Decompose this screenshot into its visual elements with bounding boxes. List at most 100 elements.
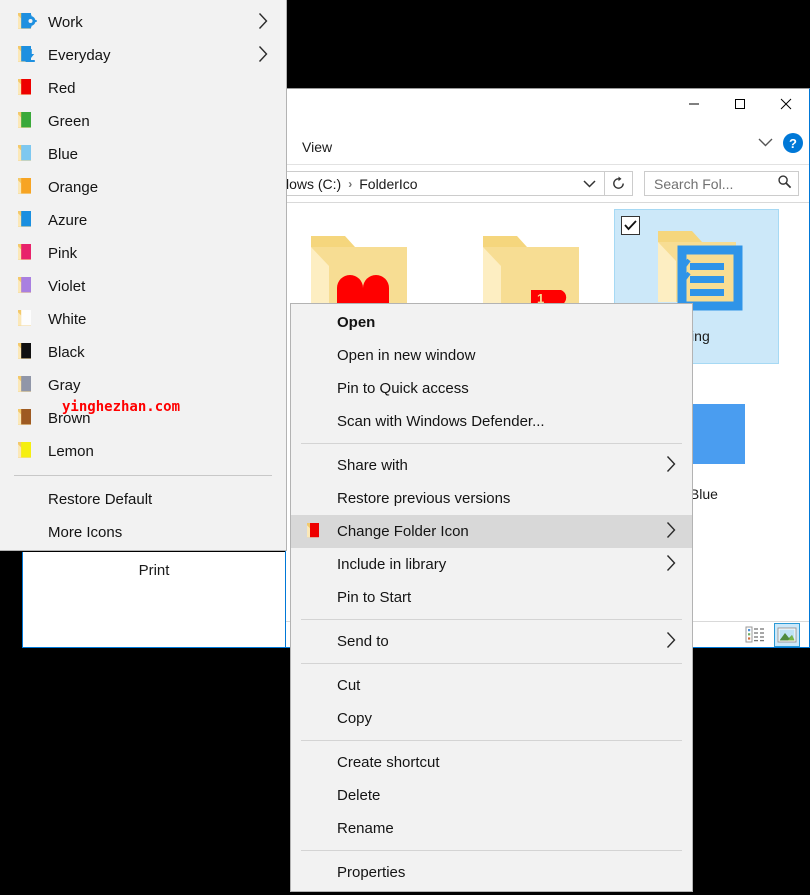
folder-color-item-pink[interactable]: Pink <box>0 237 286 270</box>
folder-color-item-label: Black <box>48 344 85 361</box>
context-menu[interactable]: Open Open in new window Pin to Quick acces… <box>290 303 693 892</box>
context-menu-item-restore-previous-versions[interactable]: Restore previous versions <box>291 482 692 515</box>
menu-separator <box>301 663 682 664</box>
folder-red-icon <box>305 521 325 543</box>
breadcrumb-folder[interactable]: FolderIco <box>359 176 417 192</box>
folder-orange-icon <box>16 176 38 200</box>
menu-separator <box>301 443 682 444</box>
folder-gray-icon <box>16 374 38 398</box>
folder-color-item-azure[interactable]: Azure <box>0 204 286 237</box>
chevron-right-icon <box>258 45 268 67</box>
context-menu-item-change-folder-icon[interactable]: Change Folder Icon <box>291 515 692 548</box>
search-input[interactable]: Search Fol... <box>654 176 777 192</box>
context-menu-item-label: Restore previous versions <box>337 490 511 507</box>
breadcrumb-separator: › <box>348 176 353 191</box>
address-bar[interactable]: lows (C:) › FolderIco <box>286 171 605 196</box>
breadcrumb-drive[interactable]: lows (C:) <box>286 176 341 192</box>
context-menu-item-share-with[interactable]: Share with <box>291 449 692 482</box>
context-menu-item-open-in-new-window[interactable]: Open in new window <box>291 339 692 372</box>
menu-separator <box>301 619 682 620</box>
chevron-right-icon <box>666 631 676 653</box>
folder-white-icon <box>16 308 38 332</box>
folder-green-icon <box>16 110 38 134</box>
folder-color-item-red[interactable]: Red <box>0 72 286 105</box>
context-menu-item-properties[interactable]: Properties <box>291 856 692 889</box>
context-menu-item-label: Include in library <box>337 556 447 573</box>
chevron-down-icon[interactable] <box>758 134 773 152</box>
context-menu-item-create-shortcut[interactable]: Create shortcut <box>291 746 692 779</box>
chevron-right-icon <box>666 554 676 576</box>
folder-lemon-icon <box>16 440 38 464</box>
search-icon[interactable] <box>777 174 792 194</box>
folder-color-item-label: Gray <box>48 377 81 394</box>
folder-color-item-green[interactable]: Green <box>0 105 286 138</box>
context-menu-item-delete[interactable]: Delete <box>291 779 692 812</box>
minimize-button[interactable] <box>671 89 717 119</box>
context-menu-item-label: Open in new window <box>337 347 476 364</box>
folder-color-item-more-icons[interactable]: More Icons <box>0 516 286 549</box>
print-label[interactable]: Print <box>23 562 285 579</box>
title-bar <box>286 89 809 130</box>
folder-color-item-label: Orange <box>48 179 99 196</box>
context-menu-item-label: Properties <box>337 864 406 881</box>
address-dropdown-icon[interactable] <box>583 175 596 193</box>
context-menu-item-pin-to-start[interactable]: Pin to Start <box>291 581 692 614</box>
screen: View ? lows (C:) › FolderIco Search Fol.… <box>0 0 810 895</box>
context-menu-item-copy[interactable]: Copy <box>291 702 692 735</box>
context-menu-item-label: Delete <box>337 787 381 804</box>
folder-color-item-label: Red <box>48 80 76 97</box>
chevron-right-icon <box>258 12 268 34</box>
address-bar-row: lows (C:) › FolderIco Search Fol... <box>286 165 809 202</box>
context-menu-item-rename[interactable]: Rename <box>291 812 692 845</box>
tab-view[interactable]: View <box>302 139 332 155</box>
context-menu-item-send-to[interactable]: Send to <box>291 625 692 658</box>
context-menu-item-scan-with-windows-defender[interactable]: Scan with Windows Defender... <box>291 405 692 438</box>
folder-color-item-orange[interactable]: Orange <box>0 171 286 204</box>
folder-color-item-label: White <box>48 311 87 328</box>
context-menu-item-label: Pin to Quick access <box>337 380 469 397</box>
folder-color-item-gray[interactable]: Gray <box>0 369 286 402</box>
folder-color-item-work[interactable]: Work <box>0 6 286 39</box>
folder-color-item-lemon[interactable]: Lemon <box>0 435 286 468</box>
folder-azure-icon <box>16 209 38 233</box>
folder-everyday-icon <box>16 44 38 68</box>
search-box[interactable]: Search Fol... <box>644 171 799 196</box>
context-menu-item-pin-to-quick-access[interactable]: Pin to Quick access <box>291 372 692 405</box>
folder-color-item-label: Violet <box>48 278 86 295</box>
folder-color-item-violet[interactable]: Violet <box>0 270 286 303</box>
menu-separator <box>301 850 682 851</box>
context-menu-item-open[interactable]: Open <box>291 306 692 339</box>
context-menu-item-label: Copy <box>337 710 373 727</box>
refresh-button[interactable] <box>605 171 633 196</box>
folder-color-item-white[interactable]: White <box>0 303 286 336</box>
ribbon-tab-bar: View ? <box>286 130 809 164</box>
help-button[interactable]: ? <box>783 133 803 153</box>
context-menu-item-label: Rename <box>337 820 394 837</box>
folder-color-item-blue[interactable]: Blue <box>0 138 286 171</box>
folder-color-item-label: Green <box>48 113 90 130</box>
details-view-icon[interactable] <box>742 623 768 647</box>
context-menu-item-label: Pin to Start <box>337 589 412 606</box>
folder-color-item-black[interactable]: Black <box>0 336 286 369</box>
change-folder-icon-submenu[interactable]: Work Everyday Red Green Blue Orange Azure Pink V… <box>0 0 287 551</box>
large-icons-view-icon[interactable] <box>774 622 800 647</box>
close-button[interactable] <box>763 89 809 119</box>
folder-color-item-restore-default[interactable]: Restore Default <box>0 483 286 516</box>
folder-color-item-everyday[interactable]: Everyday <box>0 39 286 72</box>
context-menu-item-include-in-library[interactable]: Include in library <box>291 548 692 581</box>
folder-work-icon <box>16 11 38 35</box>
folder-red-icon <box>16 77 38 101</box>
folder-color-item-label: Pink <box>48 245 78 262</box>
context-menu-item-label: Share with <box>337 457 408 474</box>
folder-color-item-label: Azure <box>48 212 88 229</box>
maximize-button[interactable] <box>717 89 763 119</box>
folder-color-item-label: Lemon <box>48 443 94 460</box>
context-menu-item-label: Scan with Windows Defender... <box>337 413 545 430</box>
ribbon-right-controls: ? <box>758 133 803 153</box>
context-menu-item-label: Send to <box>337 633 389 650</box>
menu-separator <box>301 740 682 741</box>
chevron-right-icon <box>666 521 676 543</box>
context-menu-item-cut[interactable]: Cut <box>291 669 692 702</box>
watermark: yinghezhan.com <box>62 399 181 415</box>
context-menu-item-label: Open <box>337 314 376 331</box>
